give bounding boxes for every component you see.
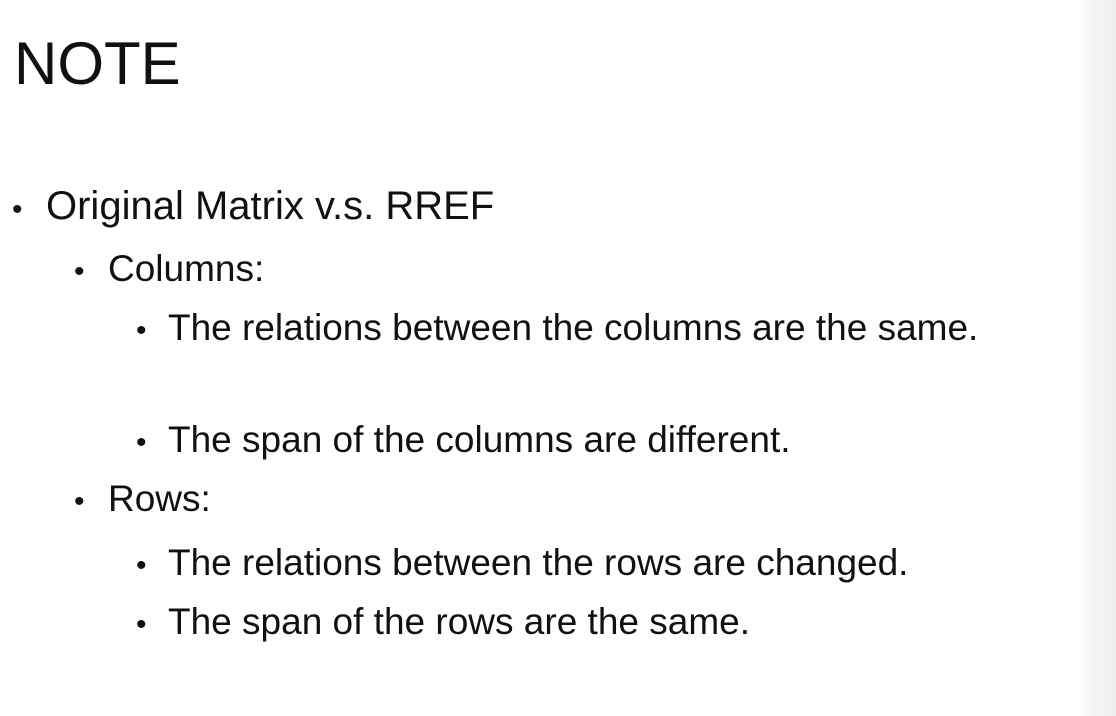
bullet-text: The relations between the columns are th… (168, 307, 979, 348)
bullet-icon: • (74, 485, 85, 518)
bullet-icon: • (136, 426, 147, 459)
bullet-item-rows-span: • The span of the rows are the same. (136, 594, 750, 653)
bullet-item-rows: • Rows: (74, 476, 211, 525)
bullet-text: Original Matrix v.s. RREF (46, 184, 495, 228)
bullet-icon: • (136, 608, 147, 641)
bullet-item-columns: • Columns: (74, 246, 264, 295)
bullet-icon: • (136, 549, 147, 582)
bullet-item-rows-relations: • The relations between the rows are cha… (136, 535, 908, 594)
bullet-item-columns-span: • The span of the columns are different. (136, 412, 791, 471)
bullet-text: The span of the columns are different. (168, 419, 791, 460)
bullet-icon: • (136, 314, 147, 347)
slide-edge-shadow (1080, 0, 1116, 716)
bullet-item-original-matrix-vs-rref: • Original Matrix v.s. RREF (12, 182, 494, 234)
bullet-text: The span of the rows are the same. (168, 601, 751, 642)
slide-title: NOTE (14, 30, 181, 97)
bullet-text: Rows: (108, 478, 211, 519)
bullet-text: Columns: (108, 248, 265, 289)
bullet-item-columns-relations: • The relations between the columns are … (136, 300, 1028, 359)
bullet-text: The relations between the rows are chang… (168, 542, 909, 583)
bullet-icon: • (74, 255, 85, 288)
bullet-icon: • (12, 193, 23, 226)
